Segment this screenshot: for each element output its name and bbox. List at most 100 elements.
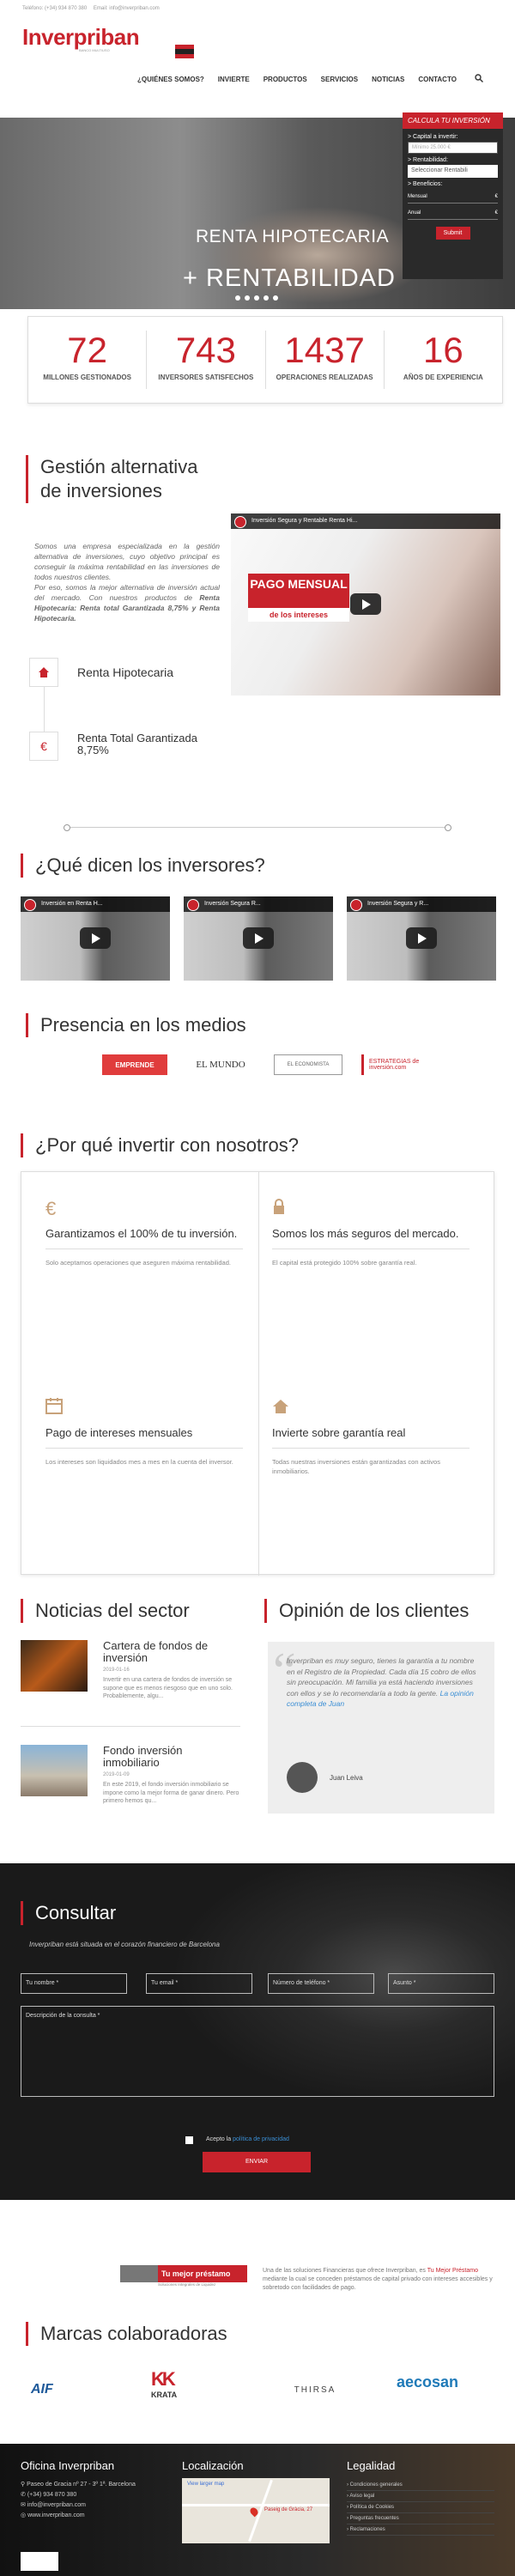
prestamo-link[interactable]: Tu Mejor Préstamo [427, 2268, 478, 2274]
feature-renta-hipotecaria: Renta Hipotecaria [77, 665, 174, 679]
news-date: 2019-01-16 [103, 1668, 130, 1673]
slider-dot[interactable] [235, 295, 240, 301]
brand-logo-aif[interactable]: AIF [31, 2377, 108, 2403]
testimonial-video[interactable]: Inversión en Renta H... [21, 896, 170, 981]
news-item[interactable]: Cartera de fondos de inversión 2019-01-1… [21, 1640, 240, 1709]
web-link[interactable]: ◎ www.inverpriban.com [21, 2511, 136, 2521]
porque-title: ¿Por qué invertir con nosotros? [21, 1133, 299, 1157]
legal-link[interactable]: › Preguntas frecuentes [347, 2513, 494, 2524]
benefit-desc: El capital está protegido 100% sobre gar… [272, 1259, 417, 1267]
calculator-submit-button[interactable]: Submit [435, 227, 470, 240]
footer-title-oficina: Oficina Inverpriban [21, 2459, 115, 2472]
nav-item-invierte[interactable]: INVIERTE [218, 76, 250, 83]
news-title[interactable]: Fondo inversión inmobiliario [103, 1745, 240, 1769]
slider-dot[interactable] [273, 295, 278, 301]
annual-label: Anual [408, 210, 421, 216]
monthly-row: Mensual € [408, 191, 498, 204]
hero-title: RENTA HIPOTECARIA [196, 227, 390, 246]
prestamo-logo[interactable]: Tu mejor préstamo Soluciones Integrales … [120, 2265, 247, 2289]
news-image[interactable] [21, 1640, 88, 1692]
testimonial-video[interactable]: Inversión Segura R... [184, 896, 333, 981]
slider-dot[interactable] [264, 295, 269, 301]
stat-number: 1437 [284, 330, 365, 370]
play-icon[interactable] [243, 927, 274, 949]
address-text: ⚲ Paseo de Gracia nº 27 - 3º 1ª. Barcelo… [21, 2482, 136, 2488]
nav-item-contacto[interactable]: CONTACTO [418, 76, 457, 83]
map-link[interactable]: View larger map [187, 2482, 224, 2487]
footer-title-legalidad: Legalidad [347, 2459, 396, 2472]
video-banner: PAGO MENSUAL [248, 574, 349, 608]
benefit-card: € Garantizamos el 100% de tu inversión. … [45, 1198, 243, 1267]
legal-link[interactable]: › Política de Cookies [347, 2502, 494, 2513]
privacy-checkbox[interactable] [185, 2136, 193, 2144]
youtube-video[interactable]: PAGO MENSUAL de los intereses Inversión … [231, 513, 500, 696]
legal-link[interactable]: › Aviso legal [347, 2491, 494, 2502]
news-title[interactable]: Cartera de fondos de inversión [103, 1640, 240, 1664]
brand-logo-aecosan[interactable]: aecosan [397, 2373, 486, 2406]
media-logo-eleconomista[interactable]: EL ECONOMISTA [274, 1054, 342, 1075]
testimonial-video[interactable]: Inversión Segura y R... [347, 896, 496, 981]
news-image[interactable] [21, 1745, 88, 1796]
brand-logo-krata[interactable]: KK KRATA [151, 2368, 203, 2408]
rent-select[interactable]: Seleccionar Rentabili [408, 165, 498, 178]
media-logo-elmundo[interactable]: EL MUNDO [186, 1054, 255, 1075]
grid-divider [258, 1172, 259, 1576]
benefit-desc: Todas nuestras inversiones están garanti… [272, 1458, 440, 1475]
calculator-title: CALCULA TU INVERSIÓN [403, 112, 503, 129]
prestamo-logo-sub: Soluciones Integrales de Liquidez [158, 2282, 216, 2287]
email-link[interactable]: Email: info@inverpriban.com [94, 6, 160, 11]
benef-label: > Beneficios: [408, 181, 443, 187]
footer-title-localizacion: Localización [182, 2459, 244, 2472]
search-icon[interactable] [475, 74, 483, 82]
legal-link[interactable]: › Condiciones generales [347, 2480, 494, 2491]
media-logo-emprende[interactable]: EMPRENDE [102, 1054, 167, 1075]
media-logo-estrategias[interactable]: ESTRATEGIAS de inversión.com [361, 1054, 430, 1075]
location-map[interactable]: View larger map Paseig de Gràcia, 27 [182, 2478, 330, 2543]
benefit-title: Garantizamos el 100% de tu inversión. [45, 1227, 238, 1240]
hero-subtitle: + RENTABILIDAD [183, 264, 396, 292]
calendar-icon [45, 1397, 243, 1419]
nav-item-productos[interactable]: PRODUCTOS [264, 76, 307, 83]
stat-number: 72 [67, 330, 107, 370]
news-date: 2019-01-09 [103, 1772, 130, 1777]
stat-item: 743 INVERSORES SATISFECHOS [147, 317, 264, 403]
capital-input[interactable]: Mínimo 25.000 € [408, 142, 498, 154]
brand-logos: AIF KK KRATA THIRSA aecosan [31, 2365, 486, 2413]
stat-number: 16 [423, 330, 464, 370]
phone-text: Teléfono: (+34) 934 870 380 [22, 6, 88, 11]
nav-item-noticias[interactable]: NOTICIAS [372, 76, 404, 83]
name-field[interactable]: Tu nombre * [21, 1973, 127, 1994]
phone-field[interactable]: Número de teléfono * [268, 1973, 374, 1994]
euro-icon: € [29, 732, 58, 761]
subject-field[interactable]: Asunto * [388, 1973, 494, 1994]
play-icon[interactable] [406, 927, 437, 949]
email-link[interactable]: ✉ info@inverpriban.com [21, 2500, 136, 2511]
description-field[interactable]: Descripción de la consulta * [21, 2006, 494, 2097]
play-icon[interactable] [80, 927, 111, 949]
stat-item: 1437 OPERACIONES REALIZADAS [266, 317, 384, 403]
legal-link[interactable]: › Reclamaciones [347, 2524, 494, 2536]
home-icon [272, 1397, 470, 1419]
site-logo[interactable]: Inverpriban [22, 24, 140, 51]
play-icon[interactable] [350, 593, 381, 615]
gestion-text: Somos una empresa especializada en la ge… [34, 541, 220, 623]
video-title: Inversión Segura y Rentable Renta Hi... [231, 513, 500, 529]
send-button[interactable]: ENVIAR [203, 2152, 311, 2172]
consultar-title: Consultar [21, 1901, 116, 1925]
slider-dot[interactable] [254, 295, 259, 301]
email-field[interactable]: Tu email * [146, 1973, 252, 1994]
video-title: Inversión Segura R... [184, 896, 333, 912]
capital-label: > Capital a invertir: [408, 134, 458, 140]
feature-value: 8,75% [77, 744, 109, 756]
privacy-link[interactable]: política de privacidad [233, 2136, 289, 2142]
brand-logo-thirsa[interactable]: THIRSA [285, 2377, 345, 2403]
benefit-title: Somos los más seguros del mercado. [272, 1227, 459, 1240]
brand-name: AIF [31, 2382, 53, 2397]
slider-dot[interactable] [245, 295, 250, 301]
stat-label: AÑOS DE EXPERIENCIA [403, 374, 483, 381]
nav-item-servicios[interactable]: SERVICIOS [321, 76, 358, 83]
news-item[interactable]: Fondo inversión inmobiliario 2019-01-09 … [21, 1745, 240, 1814]
inversores-title: ¿Qué dicen los inversores? [21, 854, 265, 878]
stat-label: INVERSORES SATISFECHOS [158, 374, 254, 381]
nav-item-quienes[interactable]: ¿QUIÉNES SOMOS? [137, 76, 204, 83]
